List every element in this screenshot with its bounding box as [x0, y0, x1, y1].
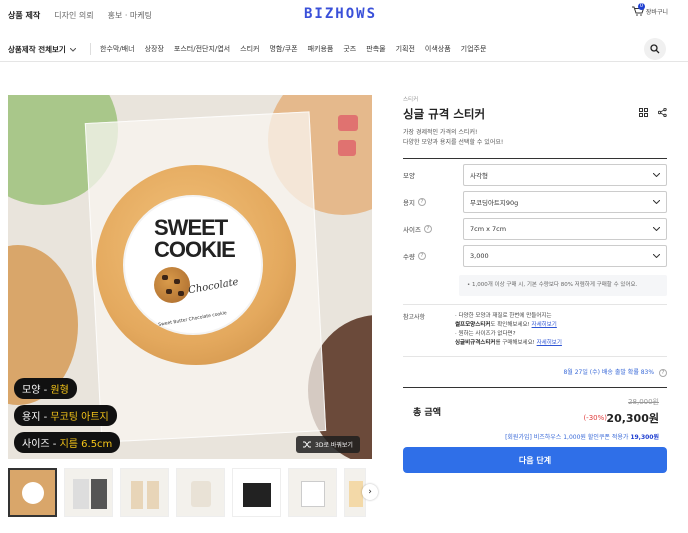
cart-icon: 0: [631, 3, 645, 16]
nav-item[interactable]: 기획전: [396, 44, 415, 54]
bg-cookie: [338, 140, 356, 156]
share-icon[interactable]: [658, 108, 667, 117]
reference-body: · 다양한 모양과 재질로 한번에 만들어지는 썰프모양스티커도 확인해보세요!…: [455, 313, 562, 346]
option-tags: 모양 - 원형 용지 - 무코팅 아트지 사이즈 - 지름 6.5cm: [14, 378, 121, 453]
product-description: 가장 경제적인 가격의 스티커! 다양한 모양과 용지를 선택할 수 있어요!: [403, 129, 504, 146]
nav-item[interactable]: 이색상품: [425, 44, 451, 54]
product-title: 싱글 규격 스티커: [403, 107, 486, 121]
size-select[interactable]: 7cm x 7cm: [463, 218, 667, 240]
option-paper: 용지? 무코딩아트지90g: [403, 191, 667, 213]
top-link-marketing[interactable]: 홍보 · 마케팅: [108, 10, 152, 21]
option-size: 사이즈? 7cm x 7cm: [403, 218, 667, 240]
view-3d-label: 3D로 바꿔보기: [315, 442, 353, 449]
tag-size: 사이즈 - 지름 6.5cm: [14, 432, 121, 453]
top-links: 상품 제작 디자인 의뢰 홍보 · 마케팅: [8, 10, 152, 21]
bizhows-logo[interactable]: BIZHOWS: [304, 6, 377, 22]
cart-link[interactable]: 0 장바구니: [631, 3, 668, 16]
grid-icon[interactable]: [639, 108, 648, 117]
option-shape: 모양 사각형: [403, 164, 667, 186]
thumbnail[interactable]: [176, 468, 225, 517]
title-actions: [639, 108, 667, 117]
nav-item[interactable]: 패키용품: [308, 44, 334, 54]
total-section: 총 금액 28,000원 (-30%) 20,300원: [403, 387, 667, 427]
nav-items: 한수막/배너 상장장 포스터/전단지/엽서 스티커 명함/쿠폰 패키용품 굿즈 …: [100, 44, 486, 54]
chevron-down-icon: [653, 173, 660, 177]
sticker-title: SWEET COOKIE: [154, 215, 236, 262]
thumbnail[interactable]: [64, 468, 113, 517]
nav-item[interactable]: 판촉물: [366, 44, 385, 54]
next-step-button[interactable]: 다음 단계: [403, 447, 667, 473]
chevron-down-icon: [653, 227, 660, 231]
breadcrumb[interactable]: 스티커: [403, 95, 667, 103]
bg-cookie: [338, 115, 358, 131]
nav-item[interactable]: 포스터/전단지/엽서: [174, 44, 230, 54]
thumbnail-strip: [8, 468, 366, 517]
chevron-right-icon: ›: [368, 487, 372, 497]
product-panel: 스티커 싱글 규격 스티커 가장 경제적인 가격의 스티커! 다양한 모양과 용…: [403, 95, 667, 473]
shape-sticker-link[interactable]: 자세히보기: [532, 322, 557, 328]
category-nav: 상품제작 전체보기 한수막/배너 상장장 포스터/전단지/엽서 스티커 명함/쿠…: [0, 36, 688, 62]
thumbnail[interactable]: [232, 468, 281, 517]
nav-item[interactable]: 기업주문: [461, 44, 487, 54]
nav-all-products[interactable]: 상품제작 전체보기: [8, 44, 76, 55]
option-label: 용지?: [403, 197, 463, 207]
divider: [403, 304, 667, 305]
nav-item[interactable]: 굿즈: [343, 44, 356, 54]
reference-section: 참고사항 · 다양한 모양과 재질로 한번에 만들어지는 썰프모양스티커도 확인…: [403, 312, 667, 348]
sticker-cookie-illustration: [154, 267, 190, 303]
shipping-estimate: 8월 27일 (수) 배송 출발 확률 83% ?: [403, 367, 667, 377]
divider: [403, 158, 667, 159]
total-price: 20,300원: [606, 412, 659, 425]
chevron-down-icon: [69, 47, 76, 52]
discount-percent: (-30%): [583, 414, 607, 422]
cart-count-badge: 0: [637, 3, 645, 10]
total-label: 총 금액: [413, 408, 441, 418]
help-icon[interactable]: ?: [417, 252, 426, 260]
quantity-note: • 1,000개 이상 구매 시, 기본 수량보다 80% 저렴하게 구매할 수…: [459, 275, 667, 296]
nav-item[interactable]: 명함/쿠폰: [269, 44, 297, 54]
nav-divider: [90, 43, 91, 55]
paper-select[interactable]: 무코딩아트지90g: [463, 191, 667, 213]
shuffle-icon: [303, 441, 311, 448]
cart-label: 장바구니: [645, 8, 668, 16]
top-link-design[interactable]: 디자인 의뢰: [54, 10, 93, 21]
search-icon: [650, 44, 660, 54]
option-quantity: 수량? 3,000: [403, 245, 667, 267]
tag-paper: 용지 - 무코팅 아트지: [14, 405, 117, 426]
chevron-down-icon: [653, 254, 660, 258]
help-icon[interactable]: ?: [423, 225, 432, 233]
nav-item[interactable]: 스티커: [240, 44, 259, 54]
divider: [403, 356, 667, 357]
top-bar: 상품 제작 디자인 의뢰 홍보 · 마케팅 BIZHOWS 0 장바구니: [0, 0, 688, 30]
thumbnail[interactable]: [288, 468, 337, 517]
nav-item[interactable]: 상장장: [145, 44, 164, 54]
chevron-down-icon: [653, 200, 660, 204]
reference-label: 참고사항: [403, 314, 426, 321]
quantity-select[interactable]: 3,000: [463, 245, 667, 267]
thumbnail[interactable]: [8, 468, 57, 517]
option-label: 모양: [403, 172, 415, 180]
option-label: 사이즈?: [403, 224, 463, 234]
option-label: 수량?: [403, 251, 463, 261]
tag-shape: 모양 - 원형: [14, 378, 77, 399]
top-link-product[interactable]: 상품 제작: [8, 10, 40, 21]
custom-size-link[interactable]: 자세히보기: [537, 340, 562, 346]
thumbnail[interactable]: [120, 468, 169, 517]
search-button[interactable]: [644, 38, 666, 60]
thumbnail-next-button[interactable]: ›: [362, 484, 378, 500]
nav-all-label: 상품제작 전체보기: [8, 45, 66, 54]
view-3d-button[interactable]: 3D로 바꿔보기: [296, 436, 360, 453]
title-row: 싱글 규격 스티커: [403, 106, 667, 124]
original-price: 28,000원: [628, 398, 659, 406]
shape-select[interactable]: 사각형: [463, 164, 667, 186]
member-promo: [회원가입] 비즈하우스 1,000원 할인쿠폰 적용가 19,300원: [505, 434, 659, 441]
nav-item[interactable]: 한수막/배너: [100, 44, 135, 54]
help-icon[interactable]: ?: [659, 369, 667, 377]
help-icon[interactable]: ?: [417, 198, 426, 206]
